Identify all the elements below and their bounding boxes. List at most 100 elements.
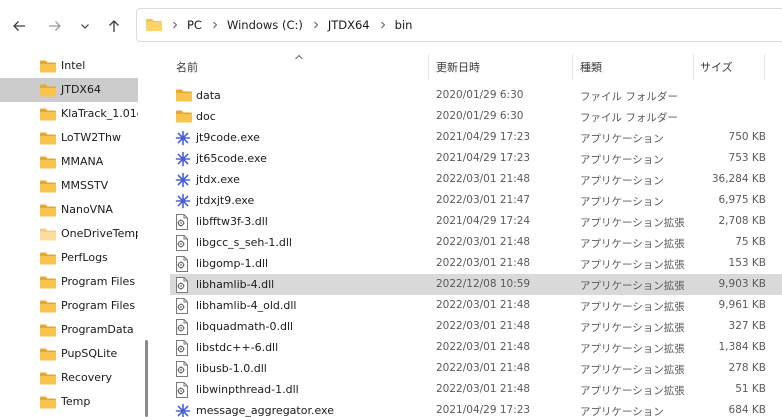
application-icon — [175, 172, 191, 191]
recent-locations-button[interactable] — [74, 15, 96, 37]
table-row[interactable]: doc 2020/01/29 6:30 ファイル フォルダー — [170, 106, 782, 127]
sidebar-item-label: JTDX64 — [61, 83, 101, 96]
table-row[interactable]: libhamlib-4_old.dll 2022/03/01 21:48 アプリケー… — [170, 295, 782, 316]
dll-file-icon — [176, 256, 188, 272]
column-header-type[interactable]: 種類 — [580, 52, 602, 82]
chevron-right-icon[interactable] — [207, 20, 223, 30]
folder-icon — [40, 324, 56, 337]
sidebar-item[interactable]: Recovery — [0, 366, 138, 390]
table-row[interactable]: jtdxjt9.exe 2022/03/01 21:47 アプリケーション 6,975… — [170, 190, 782, 211]
dll-file-icon — [176, 382, 188, 398]
file-type: アプリケーション拡張 — [580, 238, 685, 250]
file-date: 2022/03/01 21:48 — [436, 320, 531, 332]
table-row[interactable]: libgcc_s_seh-1.dll 2022/03/01 21:48 アプリケーシ… — [170, 232, 782, 253]
table-row[interactable]: jtdx.exe 2022/03/01 21:48 アプリケーション 36,284 K… — [170, 169, 782, 190]
chevron-right-icon[interactable] — [375, 20, 391, 30]
table-row[interactable]: libquadmath-0.dll 2022/03/01 21:48 アプリケーショ… — [170, 316, 782, 337]
file-size: 327 KB — [728, 320, 766, 332]
up-button[interactable] — [103, 15, 125, 37]
file-type: アプリケーション — [580, 133, 664, 145]
dll-file-icon — [175, 214, 189, 233]
sidebar-item-label: ProgramData — [61, 323, 134, 336]
file-size: 51 KB — [735, 383, 766, 395]
folder-icon — [176, 110, 192, 123]
folder-icon — [39, 227, 57, 245]
column-header-date[interactable]: 更新日時 — [436, 52, 480, 82]
sidebar-item[interactable]: PupSQLite — [0, 342, 138, 366]
back-button[interactable] — [8, 15, 30, 37]
sidebar-item[interactable]: MMSSTV — [0, 174, 138, 198]
file-size: 75 KB — [735, 236, 766, 248]
sidebar-item[interactable]: Intel — [0, 54, 138, 78]
column-header-name[interactable]: 名前 — [176, 52, 198, 82]
column-header-type-label: 種類 — [580, 61, 602, 74]
column-header-size[interactable]: サイズ — [700, 52, 733, 82]
breadcrumb-item[interactable]: PC — [183, 18, 207, 32]
sidebar-item[interactable]: LoTW2Thw — [0, 126, 138, 150]
file-size: 36,284 KB — [711, 173, 766, 185]
address-bar[interactable]: PC Windows (C:) JTDX64 bin — [136, 8, 782, 42]
table-row[interactable]: jt9code.exe 2021/04/29 17:23 アプリケーション 750 K… — [170, 127, 782, 148]
back-arrow-icon — [13, 21, 25, 31]
sort-ascending-icon — [295, 54, 303, 60]
column-divider[interactable] — [764, 54, 765, 80]
table-row[interactable]: message_aggregator.exe 2021/04/29 17:23 アプ… — [170, 400, 782, 417]
file-size: 684 KB — [728, 404, 766, 416]
sidebar-item[interactable]: PerfLogs — [0, 246, 138, 270]
table-row[interactable]: libusb-1.0.dll 2022/03/01 21:48 アプリケーション拡張… — [170, 358, 782, 379]
navigation-pane: Intel JTDX64 KlaTrack_1.01d LoTW2Thw MMANA MM… — [0, 52, 146, 417]
column-header-date-label: 更新日時 — [436, 61, 480, 74]
forward-button[interactable] — [44, 15, 66, 37]
file-name: libgcc_s_seh-1.dll — [196, 236, 292, 249]
folder-icon — [40, 372, 56, 385]
table-row[interactable]: libgomp-1.dll 2022/03/01 21:48 アプリケーション拡張 1… — [170, 253, 782, 274]
sidebar-item[interactable]: JTDX64 — [0, 78, 138, 102]
file-date: 2022/12/08 10:59 — [436, 278, 531, 290]
application-icon — [175, 151, 191, 170]
sidebar-item[interactable]: Program Files — [0, 270, 138, 294]
sidebar-item[interactable]: OneDriveTemp — [0, 222, 138, 246]
application-icon — [175, 403, 191, 417]
table-row[interactable]: jt65code.exe 2021/04/29 17:23 アプリケーション 753 … — [170, 148, 782, 169]
table-row[interactable]: libfftw3f-3.dll 2021/04/29 17:24 アプリケーション拡… — [170, 211, 782, 232]
up-arrow-icon — [109, 20, 119, 32]
table-row[interactable]: data 2020/01/29 6:30 ファイル フォルダー — [170, 85, 782, 106]
table-row[interactable]: libhamlib-4.dll 2022/12/08 10:59 アプリケーション拡… — [170, 274, 782, 295]
column-divider[interactable] — [693, 54, 694, 80]
folder-icon — [146, 19, 162, 31]
sidebar-item[interactable]: Temp — [0, 390, 138, 414]
file-name: libstdc++-6.dll — [196, 341, 279, 354]
sidebar-item[interactable]: Program Files ( — [0, 294, 138, 318]
folder-icon — [40, 60, 56, 73]
breadcrumb: PC Windows (C:) JTDX64 bin — [167, 9, 417, 41]
chevron-right-icon[interactable] — [167, 20, 183, 30]
file-date: 2022/03/01 21:48 — [436, 299, 531, 311]
file-list: 名前 更新日時 種類 サイズ data 2020/01/29 6:30 ファイル フ… — [150, 52, 782, 417]
navigation-pane-scrollbar[interactable] — [145, 340, 148, 417]
application-icon — [175, 130, 191, 149]
table-row[interactable]: libstdc++-6.dll 2022/03/01 21:48 アプリケーション拡… — [170, 337, 782, 358]
breadcrumb-item[interactable]: Windows (C:) — [223, 18, 308, 32]
folder-icon — [40, 156, 56, 169]
sidebar-item-label: LoTW2Thw — [61, 131, 121, 144]
navigation-bar: PC Windows (C:) JTDX64 bin — [0, 0, 782, 52]
dll-file-icon — [176, 235, 188, 251]
column-divider[interactable] — [428, 54, 429, 80]
file-name: libhamlib-4_old.dll — [196, 299, 297, 312]
breadcrumb-item[interactable]: bin — [391, 18, 418, 32]
folder-icon — [39, 59, 57, 77]
file-name: message_aggregator.exe — [196, 404, 334, 417]
table-row[interactable]: libwinpthread-1.dll 2022/03/01 21:48 アプリケー… — [170, 379, 782, 400]
chevron-right-icon[interactable] — [308, 20, 324, 30]
dll-file-icon — [176, 277, 188, 293]
sidebar-item[interactable]: ProgramData — [0, 318, 138, 342]
sidebar-item[interactable]: NanoVNA — [0, 198, 138, 222]
file-name: libusb-1.0.dll — [196, 362, 267, 375]
folder-icon — [39, 107, 57, 125]
sidebar-item[interactable]: MMANA — [0, 150, 138, 174]
file-name: jt9code.exe — [196, 131, 260, 144]
column-divider[interactable] — [572, 54, 573, 80]
sidebar-item[interactable]: KlaTrack_1.01d — [0, 102, 138, 126]
file-type: アプリケーション — [580, 196, 664, 208]
breadcrumb-item[interactable]: JTDX64 — [324, 18, 375, 32]
